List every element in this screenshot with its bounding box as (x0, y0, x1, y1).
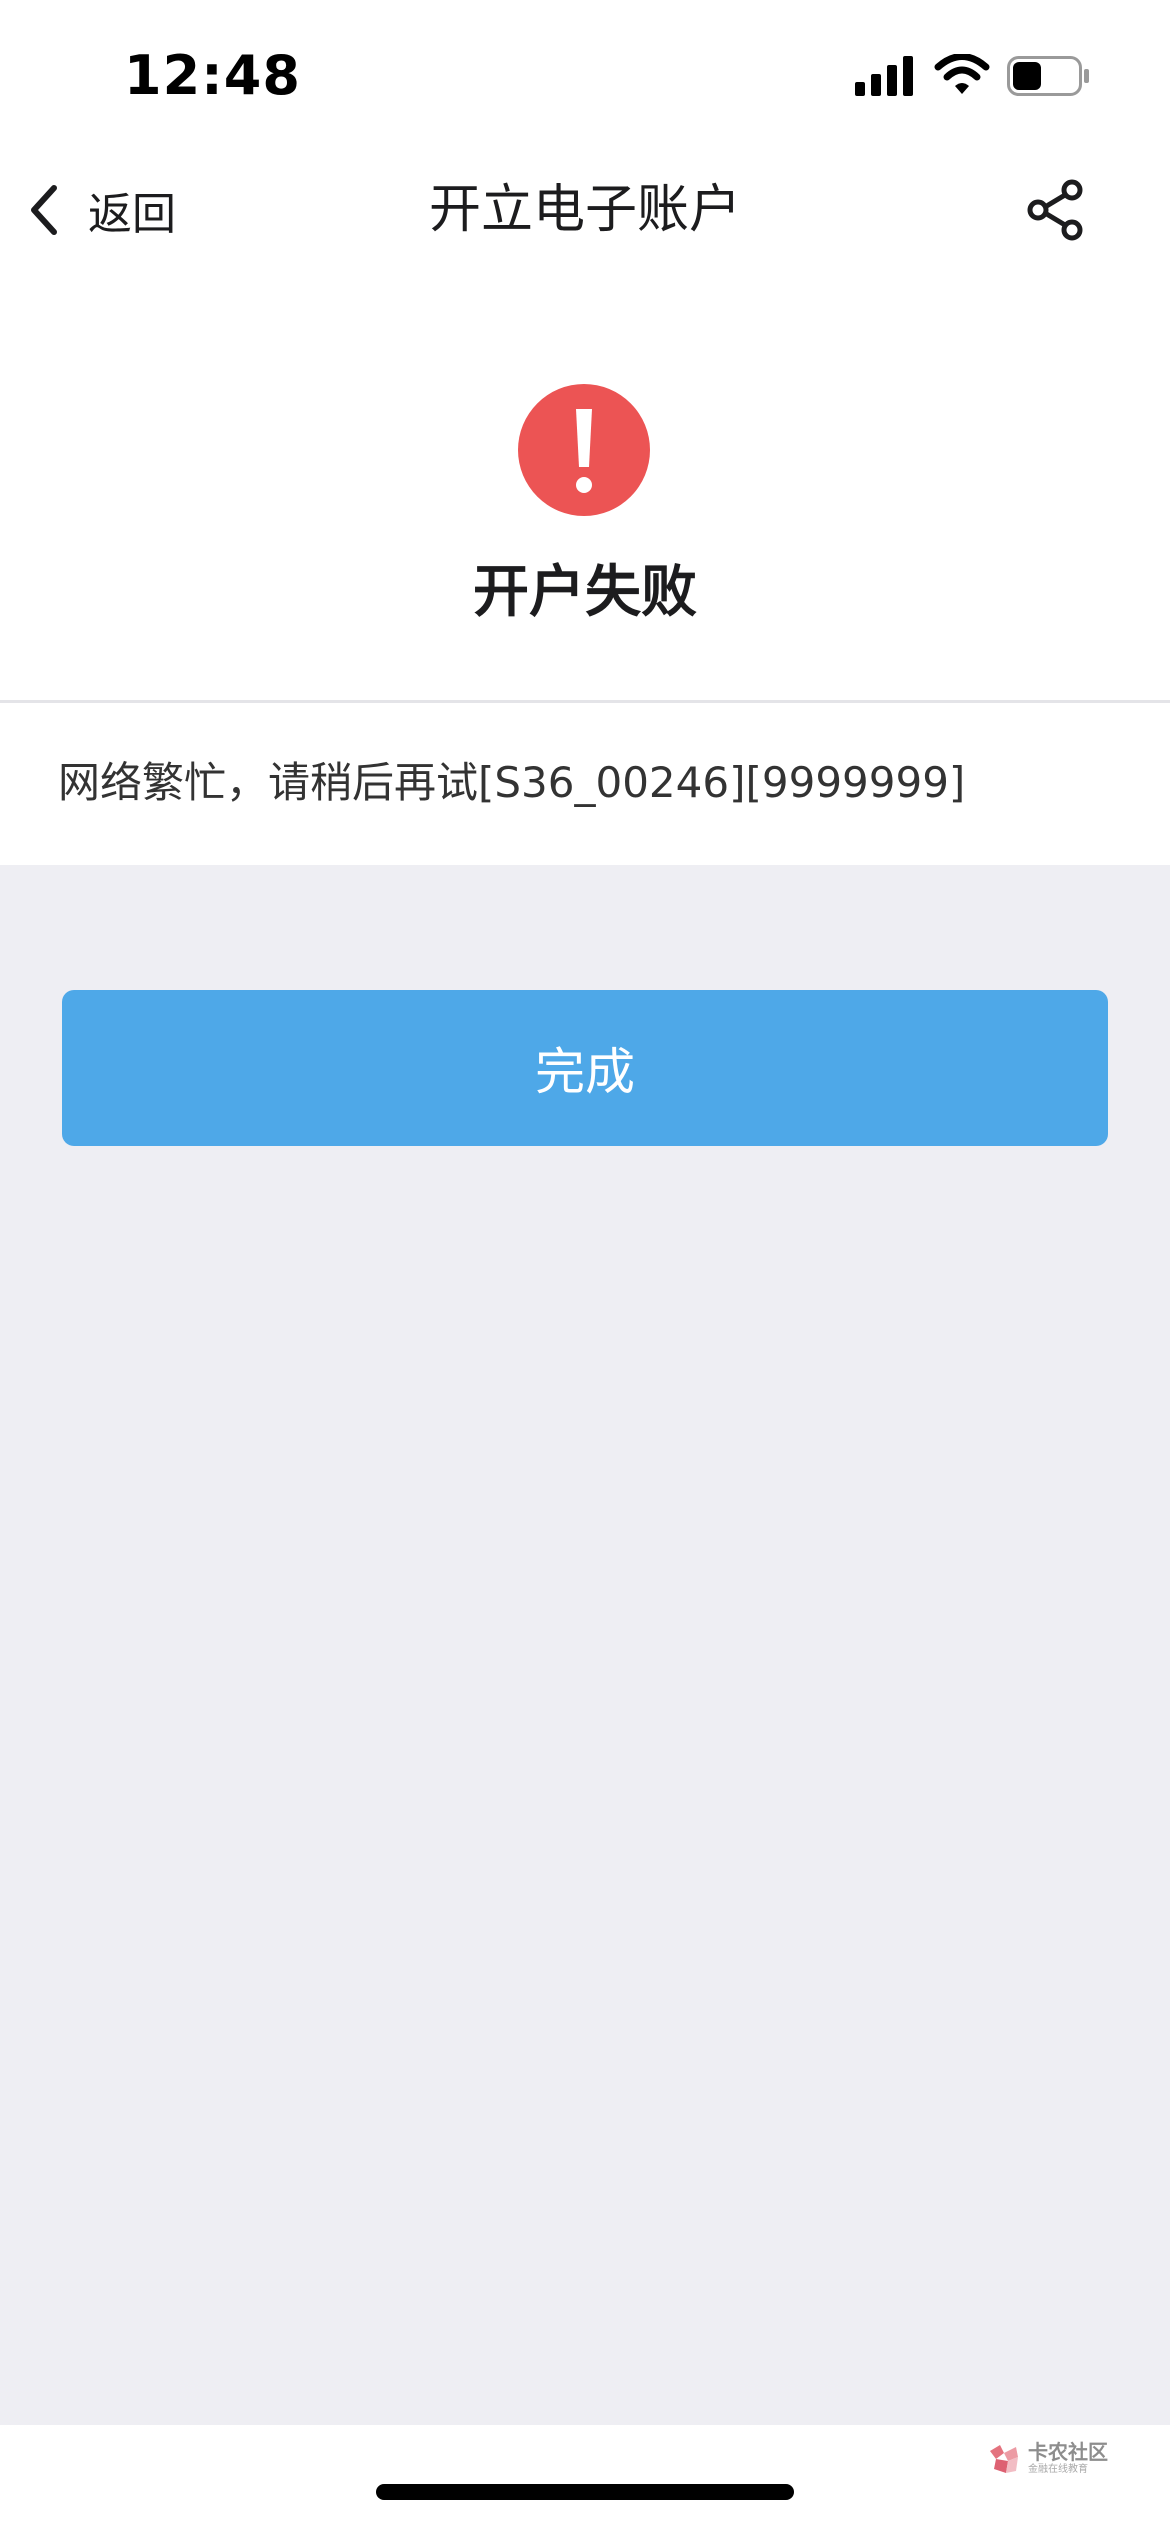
done-button[interactable]: 完成 (62, 990, 1108, 1146)
wifi-icon (934, 54, 990, 94)
watermark-subtitle: 金融在线教育 (1028, 2464, 1088, 2475)
error-message: 网络繁忙，请稍后再试[S36_00246][9999999] (58, 758, 966, 807)
share-icon[interactable] (1024, 178, 1088, 242)
battery-icon (1007, 56, 1089, 96)
watermark-title: 卡农社区 (1028, 2440, 1108, 2464)
result-title: 开户失败 (473, 560, 697, 625)
watermark: 卡农社区 金融在线教育 (986, 2436, 1108, 2482)
status-bar: 12:48 (0, 0, 1170, 140)
watermark-logo-icon (990, 2445, 1018, 2473)
home-indicator[interactable] (376, 2484, 794, 2500)
error-message-panel: 网络繁忙，请稍后再试[S36_00246][9999999] (0, 703, 1170, 865)
status-time: 12:48 (124, 44, 301, 107)
exclamation-circle-icon (518, 384, 650, 516)
page-title: 开立电子账户 (428, 180, 741, 240)
signal-icon (855, 56, 913, 96)
navigation-bar: 返回 开立电子账户 (0, 150, 1170, 270)
